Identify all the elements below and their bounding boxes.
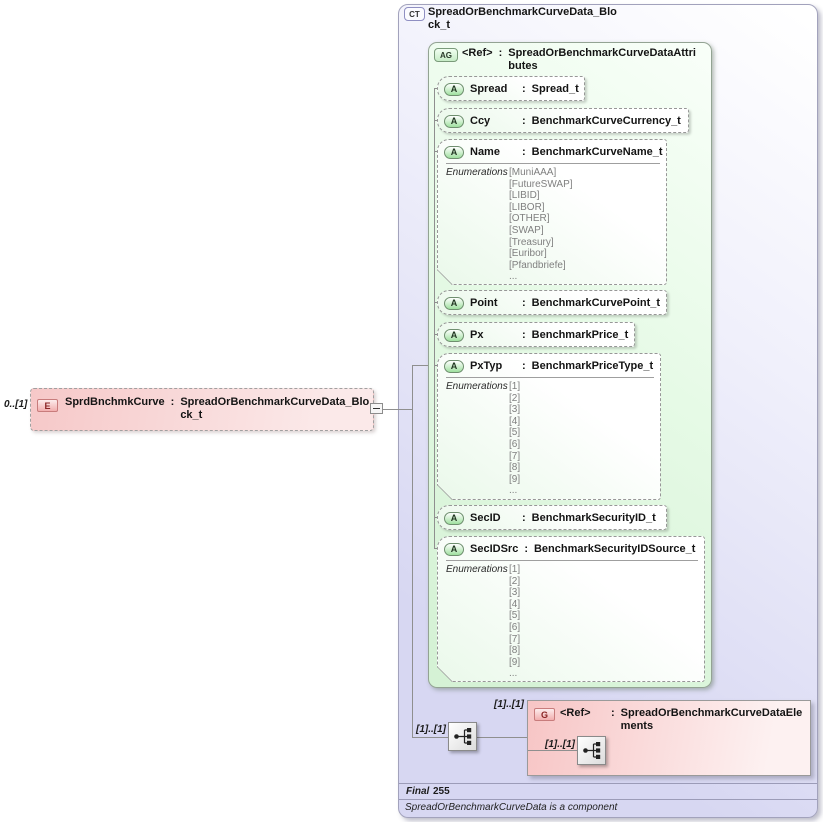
schema-diagram: Final 255 SpreadOrBenchmarkCurveData is … — [0, 0, 823, 822]
enumerations-label: Enumerations — [446, 564, 509, 680]
connector-line — [383, 409, 412, 410]
attribute-type: BenchmarkCurveCurrency_t — [532, 115, 681, 128]
colon-separator: : — [522, 83, 526, 96]
connector-line — [477, 737, 527, 738]
colon-separator: : — [499, 47, 503, 73]
colon-separator: : — [522, 329, 526, 342]
element-type: SpreadOrBenchmarkCurveData_Blo ck_t — [180, 396, 369, 422]
attribute-name: SecIDSrc — [470, 543, 518, 556]
group-type: SpreadOrBenchmarkCurveDataEle ments — [621, 707, 803, 733]
connector-line — [412, 365, 428, 366]
colon-separator: : — [522, 360, 526, 373]
group-ref-box[interactable]: G <Ref> : SpreadOrBenchmarkCurveDataEle … — [527, 700, 811, 776]
collapse-icon[interactable] — [370, 403, 383, 414]
attribute-group-ref: <Ref> — [462, 47, 493, 73]
sequence-icon[interactable] — [448, 722, 477, 751]
attribute-name: PxTyp — [470, 360, 516, 373]
enumerations-label: Enumerations — [446, 167, 509, 283]
attribute-badge: A — [444, 512, 464, 525]
complex-type-badge: CT — [404, 7, 425, 21]
attribute-type: BenchmarkPriceType_t — [532, 360, 653, 373]
sequence-icon-glyph — [578, 737, 605, 764]
attribute-bracket-line — [434, 88, 435, 549]
enumeration-values: [MuniAAA] [FutureSWAP] [LIBID] [LIBOR] [… — [509, 167, 573, 283]
attribute-name: Name — [470, 146, 516, 159]
final-label: Final — [406, 786, 429, 797]
attribute-box-spread[interactable]: A Spread : Spread_t — [437, 76, 585, 101]
group-cardinality: [1]..[1] — [494, 699, 524, 710]
colon-separator: : — [522, 512, 526, 525]
attribute-type: BenchmarkSecurityID_t — [532, 512, 656, 525]
attribute-badge: A — [444, 297, 464, 310]
attribute-box-pxtyp[interactable]: A PxTyp : BenchmarkPriceType_t Enumerati… — [437, 353, 661, 500]
final-value: 255 — [433, 786, 450, 797]
colon-separator: : — [522, 297, 526, 310]
group-badge: G — [534, 708, 555, 721]
inner-sequence-cardinality: [1]..[1] — [545, 739, 575, 750]
footer-divider-top — [399, 783, 817, 784]
component-note: SpreadOrBenchmarkCurveData is a componen… — [405, 802, 617, 813]
connector-line — [412, 737, 448, 738]
attribute-group-badge: AG — [434, 48, 458, 62]
attribute-badge: A — [444, 146, 464, 159]
sequence-cardinality: [1]..[1] — [416, 724, 446, 735]
enumeration-values: [1] [2] [3] [4] [5] [6] [7] [8] [9] ... — [509, 381, 520, 497]
attribute-type: Spread_t — [532, 83, 579, 96]
complex-type-title: SpreadOrBenchmarkCurveData_Blo ck_t — [428, 6, 617, 32]
attribute-badge: A — [444, 83, 464, 96]
attribute-group-type: SpreadOrBenchmarkCurveDataAttri butes — [508, 47, 696, 73]
colon-separator: : — [171, 396, 175, 422]
attribute-badge: A — [444, 329, 464, 342]
element-name: SprdBnchmkCurve — [65, 396, 165, 422]
element-box[interactable]: E SprdBnchmkCurve : SpreadOrBenchmarkCur… — [30, 388, 374, 431]
connector-line — [412, 365, 413, 738]
enumeration-values: [1] [2] [3] [4] [5] [6] [7] [8] [9] ... — [509, 564, 520, 680]
colon-separator: : — [522, 146, 526, 159]
element-cardinality: 0..[1] — [4, 399, 27, 410]
sequence-icon[interactable] — [577, 736, 606, 765]
attribute-box-secid[interactable]: A SecID : BenchmarkSecurityID_t — [437, 505, 667, 530]
attribute-badge: A — [444, 360, 464, 373]
enumerations-label: Enumerations — [446, 381, 509, 497]
attribute-name: Spread — [470, 83, 516, 96]
attribute-box-secidsrc[interactable]: A SecIDSrc : BenchmarkSecurityIDSource_t… — [437, 536, 705, 682]
attribute-type: BenchmarkCurvePoint_t — [532, 297, 660, 310]
attribute-name: SecID — [470, 512, 516, 525]
sequence-icon-glyph — [449, 723, 476, 750]
footer-divider-bottom — [399, 799, 817, 800]
attribute-type: BenchmarkSecurityIDSource_t — [534, 543, 695, 556]
attribute-name: Px — [470, 329, 516, 342]
attribute-type: BenchmarkPrice_t — [532, 329, 629, 342]
attribute-badge: A — [444, 543, 464, 556]
colon-separator: : — [524, 543, 528, 556]
attribute-name: Ccy — [470, 115, 516, 128]
attribute-badge: A — [444, 115, 464, 128]
colon-separator: : — [611, 707, 615, 733]
attribute-type: BenchmarkCurveName_t — [532, 146, 663, 159]
attribute-box-point[interactable]: A Point : BenchmarkCurvePoint_t — [437, 290, 667, 315]
element-badge: E — [37, 399, 58, 412]
attribute-name: Point — [470, 297, 516, 310]
attribute-box-ccy[interactable]: A Ccy : BenchmarkCurveCurrency_t — [437, 108, 689, 133]
attribute-box-px[interactable]: A Px : BenchmarkPrice_t — [437, 322, 635, 347]
connector-line — [528, 750, 577, 751]
attribute-box-name[interactable]: A Name : BenchmarkCurveName_t Enumeratio… — [437, 139, 667, 285]
group-ref: <Ref> — [560, 707, 605, 733]
colon-separator: : — [522, 115, 526, 128]
